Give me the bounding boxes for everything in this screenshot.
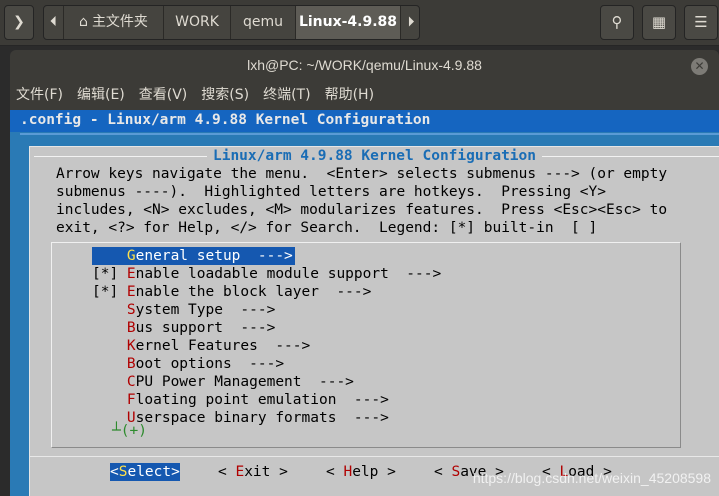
help-line: exit, <?> for Help, </> for Search. Lege…	[56, 220, 598, 236]
breadcrumb-home-label: 主文件夹	[91, 14, 148, 30]
breadcrumb-scroll-right[interactable]: ⏵	[401, 6, 419, 39]
select-button[interactable]: <Select>	[110, 463, 180, 481]
chevron-left-icon: ⏴	[50, 14, 57, 30]
menu-item-system-type[interactable]: System Type --->	[92, 301, 275, 319]
breadcrumb-work-label: WORK	[175, 14, 219, 30]
terminal-title: lxh@PC: ~/WORK/qemu/Linux-4.9.88	[247, 57, 482, 73]
menu-item-block-layer[interactable]: [*] Enable the block layer --->	[92, 283, 371, 301]
menu-item-prefix	[92, 248, 127, 264]
app-menu-button[interactable]: ☰	[684, 5, 718, 40]
help-line: Arrow keys navigate the menu. <Enter> se…	[56, 166, 668, 182]
button-separator	[30, 456, 719, 457]
view-options-button[interactable]: ▦	[642, 5, 676, 40]
terminal-screen[interactable]: .config - Linux/arm 4.9.88 Kernel Config…	[10, 110, 719, 496]
menu-item-label: oot options --->	[135, 356, 285, 372]
menu-item-prefix	[92, 374, 127, 390]
menu-item-kernel-features[interactable]: Kernel Features --->	[92, 337, 310, 355]
menu-item-label: ystem Type --->	[135, 302, 276, 318]
menu-item-general-setup[interactable]: General setup --->	[92, 247, 295, 265]
exit-button[interactable]: < Exit >	[218, 463, 288, 481]
breadcrumb-work[interactable]: WORK	[164, 6, 231, 39]
menu-item-label: PU Power Management --->	[135, 374, 354, 390]
btn-pre: <	[218, 464, 236, 480]
forward-history-button[interactable]: ❯	[4, 5, 34, 40]
breadcrumb-linux[interactable]: Linux-4.9.88	[296, 6, 401, 39]
btn-post: elp >	[352, 464, 396, 480]
menu-view[interactable]: 查看(V)	[139, 81, 188, 109]
backtitle-bar: .config - Linux/arm 4.9.88 Kernel Config…	[10, 110, 719, 132]
breadcrumb-scroll-left[interactable]: ⏴	[44, 6, 64, 39]
search-icon: ⚲	[611, 13, 623, 31]
btn-pre: <	[434, 464, 452, 480]
help-line: includes, <N> excludes, <M> modularizes …	[56, 202, 668, 218]
breadcrumb-qemu-label: qemu	[242, 14, 283, 30]
menu-item-label: us support --->	[135, 320, 276, 336]
menu-search[interactable]: 搜索(S)	[201, 81, 249, 109]
menu-item-hotkey: G	[126, 248, 136, 264]
breadcrumb: ⏴ ⌂ 主文件夹 WORK qemu Linux-4.9.88 ⏵	[43, 5, 420, 40]
backtitle-underline	[20, 133, 719, 135]
menu-terminal[interactable]: 终端(T)	[263, 81, 310, 109]
btn-hotkey: H	[343, 464, 353, 480]
breadcrumb-linux-label: Linux-4.9.88	[298, 14, 398, 30]
menu-item-boot-options[interactable]: Boot options --->	[92, 355, 284, 373]
btn-hotkey: E	[235, 464, 245, 480]
watermark: https://blog.csdn.net/weixin_45208598	[472, 470, 711, 486]
terminal-menubar: 文件(F) 编辑(E) 查看(V) 搜索(S) 终端(T) 帮助(H)	[10, 81, 719, 109]
hamburger-menu-icon: ☰	[694, 13, 708, 31]
menu-item-hotkey: E	[126, 284, 136, 300]
menu-item-prefix: [*]	[92, 266, 127, 282]
menu-item-prefix	[92, 338, 127, 354]
menu-item-label: serspace binary formats --->	[135, 410, 389, 426]
menu-item-label: loating point emulation --->	[135, 392, 389, 408]
menu-item-label: nable loadable module support --->	[135, 266, 442, 282]
menu-list: General setup ---> [*] Enable loadable m…	[51, 242, 681, 448]
menu-file[interactable]: 文件(F)	[16, 81, 63, 109]
grid-view-icon: ▦	[651, 13, 667, 31]
file-manager-pathbar: ❯ ⏴ ⌂ 主文件夹 WORK qemu Linux-4.9.88 ⏵ ⚲ ▦ ☰	[0, 0, 719, 46]
help-text: Arrow keys navigate the menu. <Enter> se…	[56, 165, 667, 237]
close-window-button[interactable]: ✕	[691, 58, 708, 75]
chevron-right-icon: ❯	[13, 14, 25, 30]
search-button[interactable]: ⚲	[600, 5, 634, 40]
menu-item-prefix	[92, 302, 127, 318]
breadcrumb-qemu[interactable]: qemu	[231, 6, 296, 39]
menu-edit[interactable]: 编辑(E)	[77, 81, 125, 109]
menu-item-hotkey: K	[126, 338, 136, 354]
menu-item-hotkey: C	[126, 374, 136, 390]
menu-item-floating-point[interactable]: Floating point emulation --->	[92, 391, 389, 409]
btn-post: xit >	[244, 464, 288, 480]
menu-item-hotkey: E	[126, 266, 136, 282]
btn-hotkey: S	[451, 464, 461, 480]
chevron-right-small-icon: ⏵	[407, 14, 415, 30]
btn-pre: <	[326, 464, 344, 480]
backtitle: .config - Linux/arm 4.9.88 Kernel Config…	[20, 112, 431, 128]
menu-item-loadable-module[interactable]: [*] Enable loadable module support --->	[92, 265, 441, 283]
menu-item-label: ernel Features --->	[135, 338, 311, 354]
menu-item-hotkey: B	[126, 320, 136, 336]
home-icon: ⌂	[79, 14, 88, 30]
menu-help[interactable]: 帮助(H)	[325, 81, 374, 109]
menu-item-hotkey: F	[126, 392, 136, 408]
menu-item-prefix	[92, 320, 127, 336]
dialog-title: Linux/arm 4.9.88 Kernel Configuration	[206, 148, 542, 164]
menu-item-hotkey: S	[126, 302, 136, 318]
close-icon: ✕	[694, 59, 705, 73]
menu-item-bus-support[interactable]: Bus support --->	[92, 319, 275, 337]
menu-item-prefix: [*]	[92, 284, 127, 300]
menu-item-prefix	[92, 392, 127, 408]
menu-item-label: eneral setup --->	[135, 248, 293, 264]
more-items-indicator: ┴(+)	[112, 423, 147, 439]
dialog-title-wrap: Linux/arm 4.9.88 Kernel Configuration	[30, 148, 719, 164]
menu-item-label: nable the block layer --->	[135, 284, 372, 300]
breadcrumb-home[interactable]: ⌂ 主文件夹	[64, 6, 164, 39]
help-line: submenus ----). Highlighted letters are …	[56, 184, 606, 200]
menuconfig-dialog: Linux/arm 4.9.88 Kernel Configuration Ar…	[29, 146, 719, 496]
btn-pre: <	[110, 464, 119, 480]
help-button[interactable]: < Help >	[326, 463, 396, 481]
menu-item-cpu-power[interactable]: CPU Power Management --->	[92, 373, 354, 391]
btn-post: elect>	[127, 464, 180, 480]
menu-item-prefix	[92, 356, 127, 372]
menu-item-hotkey: B	[126, 356, 136, 372]
